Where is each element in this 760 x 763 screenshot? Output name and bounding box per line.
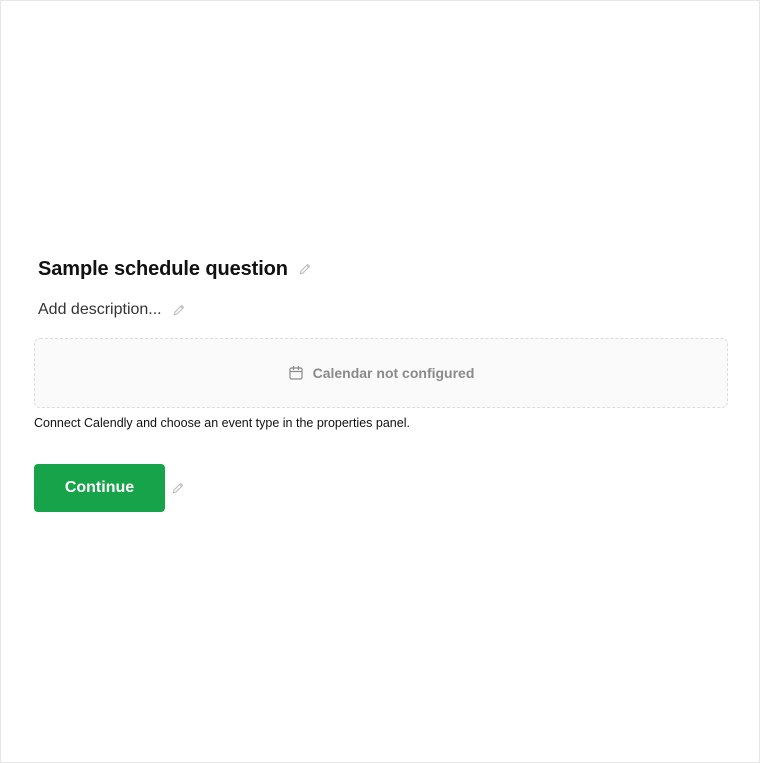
continue-row: Continue: [34, 464, 185, 512]
edit-description-pencil-icon[interactable]: [172, 303, 186, 317]
edit-title-pencil-icon[interactable]: [298, 262, 312, 276]
calendar-placeholder-box: Calendar not configured: [34, 338, 728, 408]
question-title[interactable]: Sample schedule question: [38, 258, 288, 281]
description-placeholder[interactable]: Add description...: [38, 301, 162, 319]
continue-button[interactable]: Continue: [34, 464, 165, 512]
question-title-row: Sample schedule question: [38, 255, 312, 283]
calendar-icon: [288, 365, 304, 381]
form-canvas: Sample schedule question Add description…: [0, 0, 760, 763]
question-description-row: Add description...: [38, 299, 186, 321]
calendar-status-text: Calendar not configured: [312, 365, 475, 381]
calendar-helper-text: Connect Calendly and choose an event typ…: [34, 416, 410, 430]
edit-button-pencil-icon[interactable]: [171, 481, 185, 495]
